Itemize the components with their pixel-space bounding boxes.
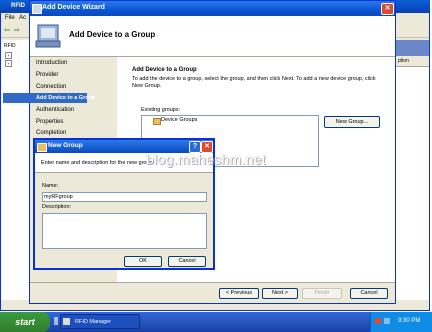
step-completion: Completion [36, 130, 67, 136]
tree-expand-icon[interactable]: + [5, 52, 12, 59]
watermark-text: blog.maheshm.net [146, 151, 266, 167]
dialog-cancel-button[interactable]: Cancel [168, 256, 206, 267]
ok-button[interactable]: OK [124, 256, 162, 267]
step-introduction: Introduction [36, 60, 68, 66]
group-item-device-groups[interactable]: Device Groups [161, 117, 197, 123]
tray-alert-icon[interactable] [375, 318, 381, 324]
back-arrow-icon[interactable]: ⇦ [4, 26, 10, 34]
tree-item-rfid[interactable]: RFID [4, 43, 16, 49]
new-group-title: New Group [48, 142, 83, 149]
clock[interactable]: 9:30 PM [398, 318, 420, 324]
description-field[interactable] [42, 213, 207, 249]
content-title: Add Device to a Group [132, 67, 197, 73]
folder-icon [153, 118, 161, 125]
group-folder-icon [37, 143, 47, 152]
start-button[interactable]: start [0, 312, 50, 332]
previous-button[interactable]: < Previous [219, 288, 259, 299]
wizard-titlebar: Add Device Wizard ✕ [30, 1, 395, 16]
content-description: To add the device to a group, select the… [132, 76, 376, 89]
quicklaunch-separator [54, 317, 58, 325]
finish-button[interactable]: Finish [302, 288, 342, 299]
forward-arrow-icon[interactable]: ⇨ [14, 26, 20, 34]
step-provider: Provider [36, 72, 59, 78]
wizard-title: Add Device Wizard [42, 4, 105, 11]
step-authentication: Authentication [36, 107, 75, 113]
step-add-device-to-group: Add Device to a Group [36, 95, 96, 101]
rfid-right-header-strip [396, 40, 429, 56]
rfid-tree-pane: RFID + + [1, 40, 32, 300]
wizard-close-icon[interactable]: ✕ [381, 3, 394, 15]
tray-network-icon[interactable] [384, 318, 390, 324]
new-group-button[interactable]: New Group... [324, 116, 380, 128]
rfid-right-pane [396, 40, 429, 300]
name-field[interactable]: myRFgroup [42, 192, 207, 202]
rfid-manager-title: RFID [11, 3, 25, 9]
menu-file[interactable]: File [5, 15, 15, 21]
column-header-label: ption [398, 58, 409, 64]
wizard-app-icon [32, 4, 42, 14]
taskbar-item-rfid-manager[interactable]: RFID Manager [60, 314, 140, 329]
step-properties: Properties [36, 119, 64, 125]
menu-action[interactable]: Ac [19, 15, 26, 21]
device-wizard-icon [35, 24, 61, 48]
existing-groups-label: Existing groups: [141, 107, 181, 113]
column-header-description[interactable]: ption [396, 56, 429, 67]
dialog-prompt-text: Enter name and description for the new g… [41, 160, 153, 166]
rfid-manager-icon [63, 318, 70, 325]
step-connection: Connection [36, 84, 67, 90]
start-label: start [15, 317, 35, 327]
wizard-footer-divider [30, 282, 395, 283]
wizard-header-title: Add Device to a Group [69, 30, 156, 39]
next-button[interactable]: Next > [262, 288, 298, 299]
wizard-cancel-button[interactable]: Cancel [350, 288, 388, 299]
tree-expand-icon[interactable]: + [5, 60, 12, 67]
description-label: Description: [42, 204, 72, 210]
name-label: Name: [42, 183, 59, 189]
